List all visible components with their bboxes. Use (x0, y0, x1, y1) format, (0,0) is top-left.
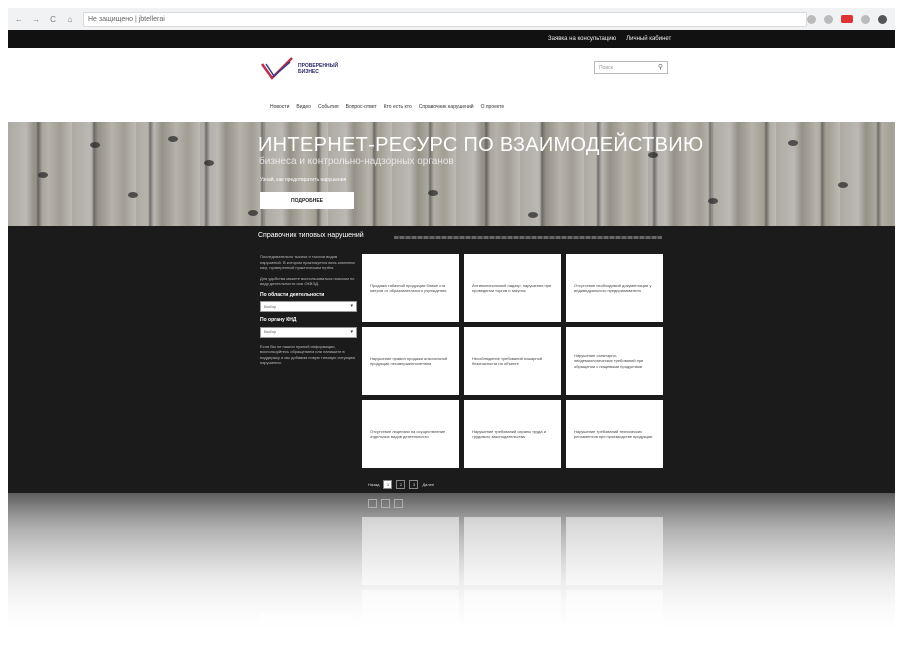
page-reflection (8, 493, 895, 653)
site-logo[interactable]: ПРОВЕРЕННЫЙ БИЗНЕС (260, 56, 338, 82)
chevron-down-icon: ▾ (350, 303, 353, 309)
nav-who[interactable]: Кто есть кто (384, 104, 412, 110)
extensions (807, 14, 887, 24)
account-link[interactable]: Личный кабинет (626, 36, 671, 42)
violation-card[interactable]: Нарушение правил продажи алкогольной про… (362, 327, 459, 395)
violations-grid: Продажа табачной продукции ближе ста мет… (362, 254, 663, 468)
nav-video[interactable]: Видео (296, 104, 311, 110)
star-icon[interactable] (807, 14, 816, 24)
card-text: Нарушение санитарно-эпидемиологических т… (574, 352, 644, 369)
card-text: Продажа табачной продукции ближе ста мет… (370, 282, 447, 294)
pager-page-1[interactable]: 1 (383, 480, 393, 489)
card-text: Нарушение требований охраны труда и труд… (472, 428, 546, 440)
nav-qa[interactable]: Вопрос-ответ (346, 104, 377, 110)
violation-card[interactable]: Антимонопольный надзор: нарушения при пр… (464, 254, 561, 322)
card-text: Отсутствие необходимой документации у ин… (574, 282, 652, 294)
address-bar[interactable]: Не защищено | jbtellerai (83, 11, 807, 27)
sidebar-intro-2: Для удобства можете воспользоваться поис… (260, 275, 355, 287)
violation-card[interactable]: Продажа табачной продукции ближе ста мет… (362, 254, 459, 322)
violation-card[interactable]: Нарушение требований технических регламе… (566, 400, 663, 468)
hero-hint: Узнай, как предотвратить нарушения (260, 177, 347, 183)
nav-news[interactable]: Новости (270, 104, 289, 110)
violation-card[interactable]: Несоблюдение требований пожарной безопас… (464, 327, 561, 395)
pager-prev[interactable]: Назад (368, 482, 379, 487)
filter-sidebar: Последовательно тысячи и тысячи видов на… (260, 254, 358, 366)
pager-page-2[interactable]: 2 (396, 480, 406, 489)
profile-avatar[interactable] (878, 14, 887, 24)
nav-violations[interactable]: Справочник нарушений (419, 104, 474, 110)
top-bar: Заявка на консультацию Личный кабинет (8, 30, 895, 48)
hero-subtitle: бизнеса и контрольно-надзорных органов (259, 156, 454, 167)
authority-select[interactable]: Выбор ▾ (260, 326, 357, 338)
search-icon[interactable]: ⚲ (658, 63, 663, 71)
violation-card[interactable]: Нарушение санитарно-эпидемиологических т… (566, 327, 663, 395)
reflection-fade (8, 493, 895, 653)
card-text: Антимонопольный надзор: нарушения при пр… (472, 282, 552, 294)
pagination: Назад 1 2 3 Далее (368, 480, 434, 489)
activity-select-value: Выбор (264, 303, 277, 309)
pager-page-3[interactable]: 3 (409, 480, 419, 489)
card-text: Отсутствие лицензии на осуществление отд… (370, 428, 446, 440)
filter-activity-label: По области деятельности (260, 291, 325, 298)
section-title: Справочник типовых нарушений (258, 232, 364, 239)
back-icon[interactable]: ← (14, 15, 24, 24)
menu-icon[interactable] (861, 14, 870, 24)
sidebar-intro: Последовательно тысячи и тысячи видов на… (260, 254, 356, 270)
hero-title: ИНТЕРНЕТ-РЕСУРС ПО ВЗАИМОДЕЙСТВИЮ (258, 134, 704, 156)
extension-icon[interactable] (824, 14, 833, 24)
search-placeholder: Поиск (599, 64, 613, 71)
forward-icon[interactable]: → (31, 15, 41, 24)
nav-events[interactable]: События (318, 104, 339, 110)
pager-next[interactable]: Далее (422, 482, 434, 487)
violations-section: Справочник типовых нарушений Последовате… (8, 226, 895, 493)
nav-about[interactable]: О проекте (481, 104, 505, 110)
sidebar-note: Если Вы не нашли нужной информации, восп… (260, 343, 356, 366)
hero-banner: ИНТЕРНЕТ-РЕСУРС ПО ВЗАИМОДЕЙСТВИЮ бизнес… (8, 122, 895, 226)
card-text: Несоблюдение требований пожарной безопас… (472, 355, 543, 367)
main-nav: Новости Видео События Вопрос-ответ Кто е… (8, 90, 895, 123)
flag-extension-icon[interactable] (841, 15, 853, 23)
violation-card[interactable]: Отсутствие лицензии на осуществление отд… (362, 400, 459, 468)
browser-toolbar: ← → C ⌂ Не защищено | jbtellerai (8, 8, 895, 31)
logo-text: ПРОВЕРЕННЫЙ БИЗНЕС (298, 63, 339, 75)
chevron-down-icon: ▾ (350, 328, 353, 335)
reload-icon[interactable]: C (48, 15, 58, 24)
violation-card[interactable]: Нарушение требований охраны труда и труд… (464, 400, 561, 468)
activity-select[interactable]: Выбор ▾ (260, 301, 357, 312)
filter-authority-label: По органу КНД (260, 317, 297, 323)
browser-nav: ← → C ⌂ (14, 15, 75, 24)
site-header: ПРОВЕРЕННЫЙ БИЗНЕС Поиск ⚲ (8, 48, 895, 91)
search-input[interactable]: Поиск ⚲ (594, 61, 668, 74)
card-text: Нарушение требований технических регламе… (574, 428, 653, 440)
card-text: Нарушение правил продажи алкогольной про… (370, 355, 448, 367)
section-divider (394, 236, 662, 239)
logo-check-icon (260, 57, 293, 80)
more-button[interactable]: ПОДРОБНЕЕ (260, 192, 354, 209)
violation-card[interactable]: Отсутствие необходимой документации у ин… (566, 254, 663, 322)
home-icon[interactable]: ⌂ (65, 15, 75, 24)
consultation-link[interactable]: Заявка на консультацию (548, 36, 616, 42)
authority-select-value: Выбор (264, 329, 277, 335)
